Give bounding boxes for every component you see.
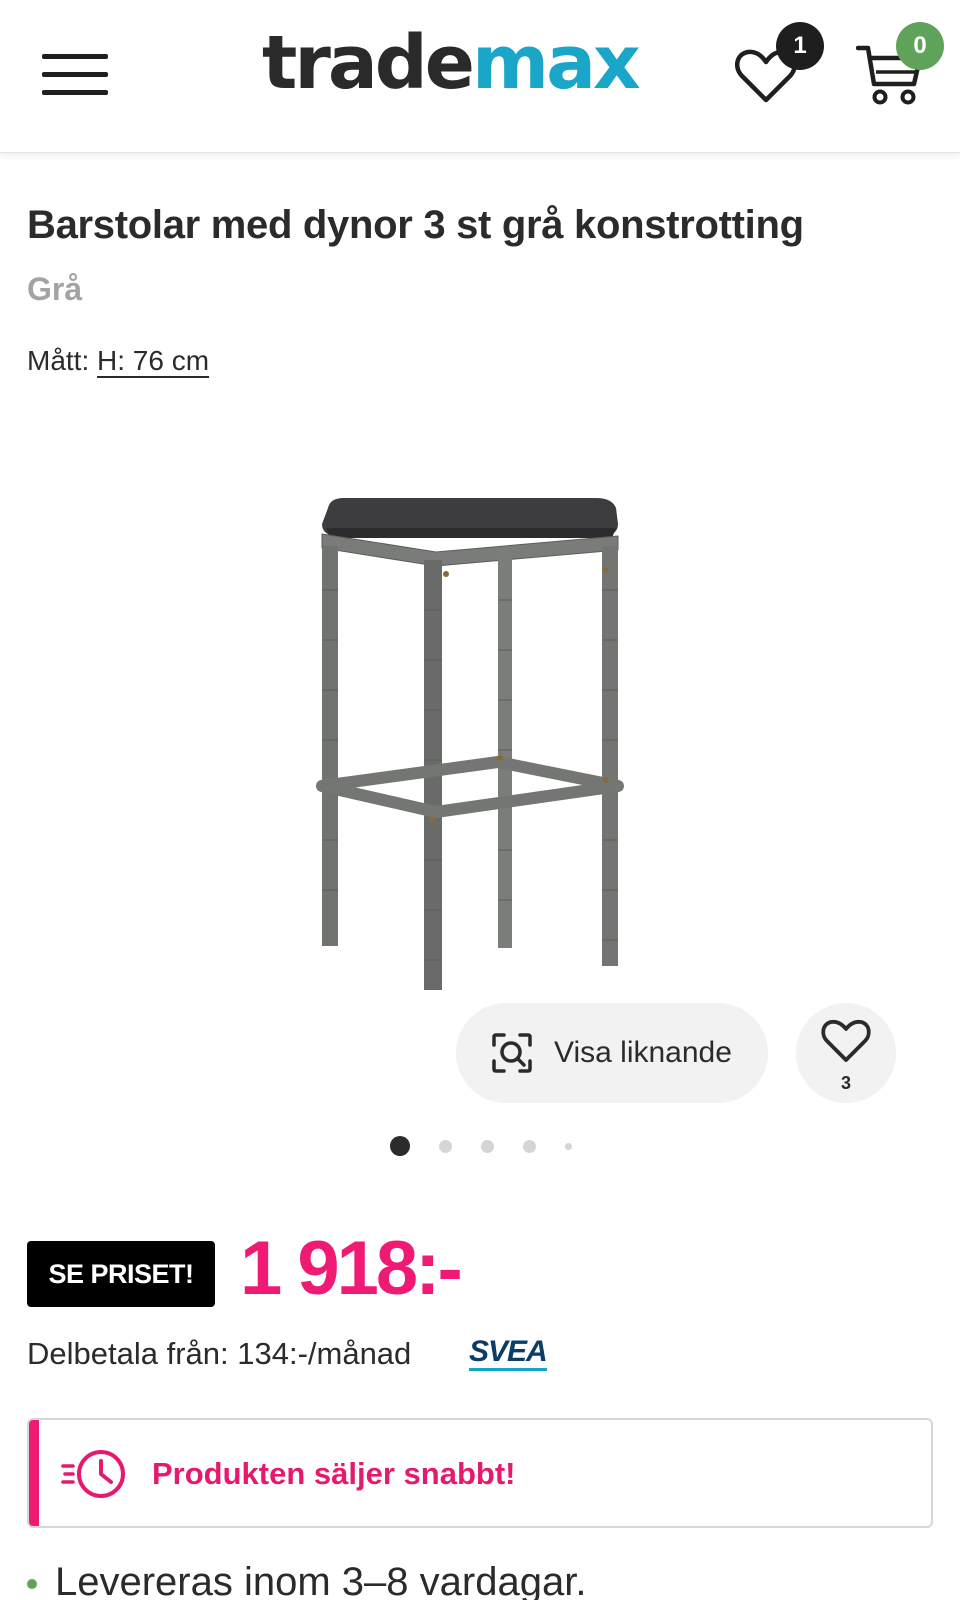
product-favorite-button[interactable]: 3: [796, 1003, 896, 1103]
alert-accent-bar: [29, 1420, 39, 1526]
cart-count-badge: 0: [896, 22, 944, 70]
delivery-info: Levereras inom 3–8 vardagar.: [27, 1560, 586, 1600]
carousel-dot-4[interactable]: [523, 1140, 536, 1153]
wishlist-count-badge: 1: [776, 22, 824, 70]
clock-icon: [61, 1450, 125, 1498]
site-header: trademax 1 0: [0, 0, 960, 153]
se-priset-badge: SE PRISET!: [27, 1241, 215, 1307]
dimensions-value-link[interactable]: H: 76 cm: [97, 345, 209, 376]
alert-text: Produkten säljer snabbt!: [152, 1456, 516, 1491]
logo-text-max: max: [471, 20, 641, 106]
trademax-logo[interactable]: trademax: [262, 26, 641, 100]
product-title: Barstolar med dynor 3 st grå konstrottin…: [27, 203, 804, 247]
heart-icon: [821, 1019, 871, 1062]
selling-fast-alert: Produkten säljer snabbt!: [27, 1418, 933, 1528]
dimensions-label: Mått:: [27, 345, 98, 376]
delivery-status-dot: [27, 1579, 37, 1590]
menu-icon[interactable]: [42, 54, 108, 98]
show-similar-button[interactable]: Visa liknande: [456, 1003, 768, 1103]
carousel-dot-1[interactable]: [390, 1136, 410, 1156]
carousel-dot-2[interactable]: [439, 1140, 452, 1153]
favorite-count: 3: [840, 1073, 851, 1093]
logo-text-trade: trade: [262, 20, 475, 106]
product-image-barstool[interactable]: [300, 490, 640, 1020]
image-carousel-dots: [380, 1133, 600, 1157]
visual-search-icon: [492, 1033, 532, 1073]
carousel-dot-5[interactable]: [565, 1143, 572, 1150]
svea-logo-link[interactable]: SVEA: [469, 1336, 548, 1371]
installment-text: Delbetala från: 134:-/månad: [27, 1336, 412, 1371]
carousel-dot-3[interactable]: [481, 1140, 494, 1153]
product-color: Grå: [27, 271, 83, 307]
delivery-text: Levereras inom 3–8 vardagar.: [55, 1560, 587, 1600]
product-price: 1 918:-: [240, 1226, 463, 1311]
show-similar-label: Visa liknande: [554, 1036, 732, 1069]
product-dimensions: Mått: H: 76 cm: [27, 345, 209, 377]
